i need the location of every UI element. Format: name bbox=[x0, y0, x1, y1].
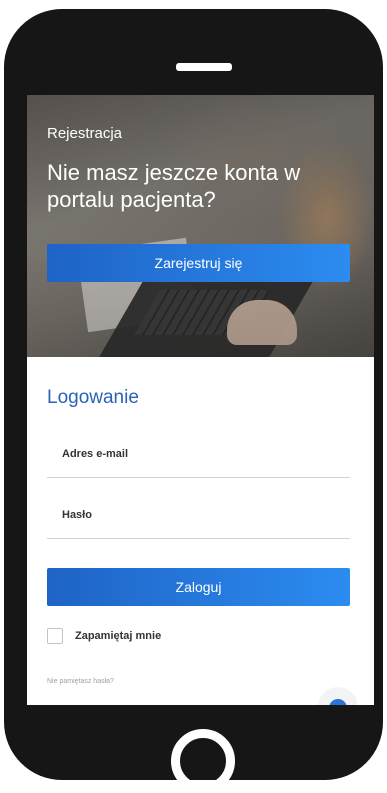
login-button[interactable]: Zaloguj bbox=[47, 568, 350, 606]
password-field-label: Hasło bbox=[62, 509, 92, 521]
forgot-password-link[interactable]: Nie pamiętasz hasła? bbox=[47, 678, 114, 685]
speaker-icon bbox=[176, 63, 232, 71]
login-title: Logowanie bbox=[47, 387, 139, 408]
email-field-label: Adres e-mail bbox=[62, 448, 129, 460]
chat-button[interactable] bbox=[318, 687, 358, 705]
hero-banner: Rejestracja Nie masz jeszcze konta w por… bbox=[27, 95, 374, 357]
registration-label: Rejestracja bbox=[47, 125, 123, 142]
remember-checkbox[interactable] bbox=[47, 628, 63, 644]
remember-label: Zapamiętaj mnie bbox=[75, 630, 162, 642]
chat-bubble-icon bbox=[329, 699, 347, 705]
email-field[interactable]: Adres e-mail bbox=[47, 435, 350, 478]
password-field[interactable]: Hasło bbox=[47, 496, 350, 539]
registration-question: Nie masz jeszcze konta w portalu pacjent… bbox=[47, 160, 301, 212]
remember-me[interactable]: Zapamiętaj mnie bbox=[47, 628, 161, 644]
register-button[interactable]: Zarejestruj się bbox=[47, 244, 350, 282]
home-button-icon[interactable] bbox=[171, 729, 235, 793]
phone-screen: Rejestracja Nie masz jeszcze konta w por… bbox=[27, 95, 374, 705]
